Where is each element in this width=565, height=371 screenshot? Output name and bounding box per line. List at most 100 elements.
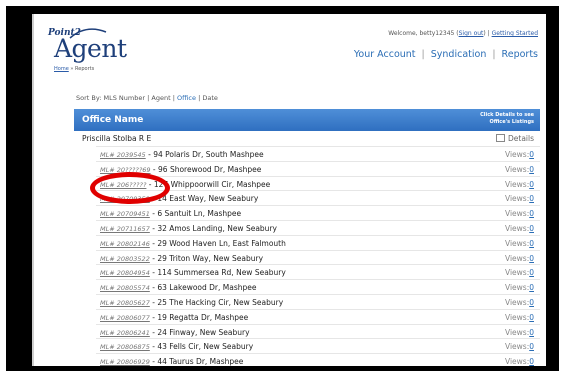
views-count-link[interactable]: 0 [529,194,534,203]
listing-address: 14 East Way, New Seabury [157,194,259,204]
mls-link[interactable]: ML# 2039545 [100,151,146,159]
views-count-link[interactable]: 0 [529,328,534,337]
listing-address: 19 Regatta Dr, Mashpee [157,312,249,322]
welcome-bar: Welcome, betty12345 (Sign out) | Getting… [388,30,538,37]
sort-by-label: Sort By: [76,94,102,102]
table-row: ML# 20806875 - 43 Fells Cir, New Seabury… [96,338,540,353]
sort-agent[interactable]: Agent [151,94,170,102]
listing-address: 29 Wood Haven Ln, East Falmouth [157,238,286,248]
listing-views: Views:0 [505,328,534,337]
listing-address: 25 The Hacking Cir, New Seabury [157,297,284,307]
views-label: Views: [504,283,530,293]
getting-started-link[interactable]: Getting Started [492,30,538,37]
views-label: Views: [504,150,530,159]
views-label: Views: [504,164,530,174]
mls-link[interactable]: ML# 20805574 [100,284,150,292]
listing-mls-address: ML# 20804954 - 114 Summersea Rd, New Sea… [100,268,286,277]
breadcrumb-current: Reports [75,66,95,72]
listing-views: Views:0 [505,298,534,307]
table-row: ML# 20806077 - 19 Regatta Dr, Mashpee Vie… [96,308,540,324]
mls-link[interactable]: ML# 20803522 [100,255,150,263]
agent-logo[interactable]: Point2 Agent [48,28,138,88]
nav-your-account[interactable]: Your Account [354,49,416,60]
sort-separator: | [198,94,201,102]
welcome-text: Welcome, betty12345 ( [388,30,459,37]
listing-mls-address: ML# 20806929 - 44 Taurus Dr, Mashpee [100,357,243,366]
nav-separator: | [492,49,496,60]
mls-link[interactable]: ML# 20805627 [100,299,150,307]
listing-address: 44 Taurus Dr, Mashpee [157,357,244,366]
breadcrumb-home-link[interactable]: Home [54,66,69,72]
table-row: ML# 20709451 - 6 Santuit Ln, Mashpee View… [96,205,540,220]
views-count-link[interactable]: 0 [529,313,534,322]
red-annotation-oval [90,172,170,204]
office-name: Priscilla Stolba R E [82,134,152,143]
listing-mls-address: ML# 20803522 - 29 Triton Way, New Seabur… [100,254,263,263]
views-label: Views: [504,238,530,248]
views-count-link[interactable]: 0 [529,342,534,351]
sort-date[interactable]: Date [202,94,218,102]
table-row: ML# 20806241 - 24 Finway, New Seabury Vie… [96,323,540,339]
views-label: Views: [504,209,530,219]
listing-views: Views:0 [505,357,534,366]
listing-views: Views:0 [505,224,534,233]
listing-views: Views:0 [505,342,534,351]
views-count-link[interactable]: 0 [529,298,534,307]
nav-reports[interactable]: Reports [502,49,538,60]
listing-mls-address: ML# 20805627 - 25 The Hacking Cir, New S… [100,298,283,307]
views-label: Views: [504,179,530,189]
listing-mls-address: ML# 2039545 - 94 Polaris Dr, South Mashp… [100,150,264,159]
nav-syndication[interactable]: Syndication [431,49,487,60]
mls-link[interactable]: ML# 20806077 [100,314,150,322]
mls-link[interactable]: ML# 20709451 [100,210,150,218]
table-row: ML# 20804954 - 114 Summersea Rd, New Sea… [96,264,540,279]
breadcrumb: Home » Reports [54,66,94,72]
views-count-link[interactable]: 0 [529,150,534,159]
views-count-link[interactable]: 0 [529,283,534,292]
listing-views: Views:0 [505,209,534,218]
details-icon [495,134,505,142]
views-label: Views: [504,357,530,366]
views-count-link[interactable]: 0 [529,268,534,277]
sort-office[interactable]: Office [177,94,196,102]
listing-views: Views:0 [505,165,534,174]
views-label: Views: [504,312,530,322]
table-row: ML# 20805574 - 63 Lakewood Dr, Mashpee Vi… [96,279,540,294]
sign-out-link[interactable]: Sign out [459,30,484,37]
details-hint-header: Click Details to see Office's Listings [480,112,534,125]
views-label: Views: [504,342,530,352]
sort-mls-number[interactable]: MLS Number [104,94,146,102]
views-count-link[interactable]: 0 [529,180,534,189]
mls-link[interactable]: ML# 20804954 [100,269,150,277]
listing-views: Views:0 [505,313,534,322]
details-button[interactable]: Details [495,134,534,143]
views-count-link[interactable]: 0 [529,165,534,174]
mls-link[interactable]: ML# 20806241 [100,329,150,337]
views-label: Views: [504,194,530,204]
page-panel: Point2 Agent Home » Reports Welcome, bet… [34,14,546,366]
listing-address: 63 Lakewood Dr, Mashpee [157,283,257,293]
details-label: Details [507,134,534,143]
mls-link[interactable]: ML# 20802146 [100,240,150,248]
mls-link[interactable]: ML# 20806929 [100,358,150,366]
views-count-link[interactable]: 0 [529,357,534,366]
views-count-link[interactable]: 0 [529,209,534,218]
mls-link[interactable]: ML# 20711657 [100,225,150,233]
listing-mls-address: ML# 20806241 - 24 Finway, New Seabury [100,328,250,337]
views-count-link[interactable]: 0 [529,239,534,248]
views-count-link[interactable]: 0 [529,224,534,233]
table-header: Office Name Click Details to see Office'… [74,109,540,131]
listings-table: Office Name Click Details to see Office'… [74,109,540,366]
listing-views: Views:0 [505,180,534,189]
views-label: Views: [504,327,530,337]
mls-link[interactable]: ML# 20806875 [100,343,150,351]
sort-by-bar: Sort By: MLS Number | Agent | Office | D… [76,94,218,102]
listing-address: 29 Triton Way, New Seabury [157,253,264,263]
views-count-link[interactable]: 0 [529,254,534,263]
views-label: Views: [504,253,530,263]
listing-address: 32 Amos Landing, New Seabury [157,223,277,233]
nav-separator: | [421,49,425,60]
sort-separator: | [172,94,175,102]
listing-separator: - [150,164,159,174]
welcome-mid-text: ) | [483,30,492,37]
